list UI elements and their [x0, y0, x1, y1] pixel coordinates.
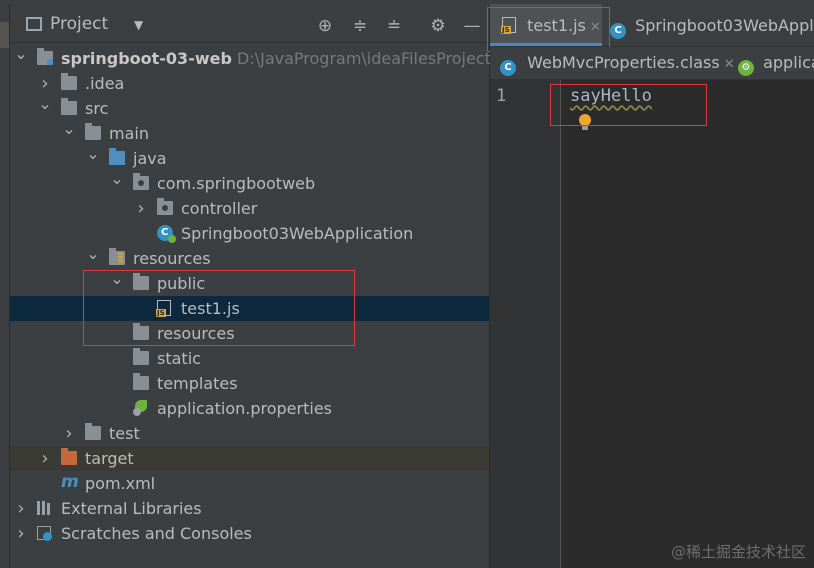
chevron-down-icon[interactable]: ⌄ — [62, 116, 76, 141]
class-icon: C — [500, 60, 516, 76]
project-window-icon — [26, 17, 42, 31]
tree-item[interactable]: ⌄ src — [10, 94, 489, 121]
chevron-right-icon[interactable]: › — [14, 521, 28, 546]
watermark: @稀土掘金技术社区 — [670, 543, 806, 561]
tree-item-label: main — [109, 124, 149, 143]
tree-item[interactable]: ⌄ springboot-03-web D:\JavaProgram\ideaFil… — [10, 44, 504, 71]
tree-item[interactable]: › target — [10, 446, 489, 471]
folder-icon — [133, 373, 149, 390]
chevron-right-icon[interactable]: › — [14, 496, 28, 521]
tree-item-label: .idea — [85, 74, 125, 93]
chevron-down-icon[interactable]: ⌄ — [86, 141, 100, 166]
scratches-icon — [37, 526, 53, 541]
excluded-folder-icon — [61, 448, 77, 465]
tab-webmvcproperties[interactable]: C WebMvcProperties.class ✕ — [490, 47, 735, 79]
line-number: 1 — [496, 86, 507, 106]
spring-properties-icon: ⚙ — [738, 60, 754, 76]
tree-item-label: templates — [157, 374, 238, 393]
annotation-box-code — [550, 84, 707, 126]
tree-item[interactable]: › test — [10, 421, 489, 446]
spring-class-icon: C — [610, 23, 626, 39]
crosshair-icon[interactable]: ⊕ — [315, 16, 335, 36]
chevron-down-icon[interactable]: ⌄ — [86, 241, 100, 266]
project-panel-header: Project ▼ ⊕ ≑ ≐ ⚙ — — [10, 4, 489, 43]
tree-item[interactable]: ⌄ com.springbootweb — [10, 169, 489, 196]
tab-label: Springboot03WebApplic — [635, 16, 814, 35]
chevron-right-icon[interactable]: › — [38, 446, 52, 471]
tree-item-label: pom.xml — [85, 474, 156, 493]
folder-icon — [133, 348, 149, 365]
resources-folder-icon — [109, 248, 125, 265]
tree-item[interactable]: › controller — [10, 196, 489, 221]
gear-icon[interactable]: ⚙ — [428, 16, 448, 36]
tree-item[interactable]: application.properties — [10, 396, 489, 421]
tree-item-label: com.springbootweb — [157, 174, 316, 193]
tree-item[interactable]: › .idea — [10, 71, 489, 96]
annotation-box-public-folder — [83, 270, 355, 346]
chevron-right-icon[interactable]: › — [134, 196, 148, 221]
folder-icon — [85, 123, 101, 140]
spring-class-icon: C — [157, 225, 176, 243]
tab-label: applica — [763, 53, 814, 72]
tree-item[interactable]: templates — [10, 371, 489, 396]
tab-label: WebMvcProperties.class — [527, 53, 720, 72]
tree-item-label: Springboot03WebApplication — [181, 224, 414, 243]
module-folder-icon — [37, 48, 53, 65]
maven-icon: m — [61, 472, 79, 492]
tree-item[interactable]: m pom.xml — [10, 471, 489, 496]
chevron-down-icon[interactable]: ⌄ — [110, 166, 124, 191]
tree-item[interactable]: static — [10, 346, 489, 371]
tree-item-label: java — [133, 149, 167, 168]
left-tool-stripe[interactable] — [0, 4, 10, 568]
code-editor[interactable]: 1 sayHello — [490, 80, 814, 568]
folder-icon — [85, 423, 101, 440]
project-panel-title: Project — [50, 14, 109, 34]
tree-item-label: External Libraries — [61, 499, 202, 518]
tree-item[interactable]: › Scratches and Consoles — [10, 521, 489, 546]
tree-item[interactable]: › External Libraries — [10, 496, 489, 521]
chevron-down-icon[interactable]: ⌄ — [38, 91, 52, 116]
project-view-selector[interactable]: Project ▼ — [26, 14, 143, 34]
hide-icon[interactable]: — — [462, 16, 482, 36]
editor-gutter: 1 — [490, 80, 561, 568]
tree-item-label: static — [157, 349, 201, 368]
annotation-box-tab — [487, 7, 610, 52]
project-tool-window-tab[interactable] — [0, 22, 9, 48]
tree-item[interactable]: ⌄ java — [10, 144, 489, 171]
tree-item-label: target — [85, 449, 134, 468]
chevron-down-icon[interactable]: ▼ — [134, 18, 143, 32]
tree-item-label: resources — [133, 249, 211, 268]
editor-tabs-row-2: C WebMvcProperties.class✕ ⚙ applica — [490, 47, 814, 80]
folder-icon — [61, 98, 77, 115]
libraries-icon — [37, 501, 53, 515]
collapse-all-icon[interactable]: ≐ — [384, 16, 404, 36]
expand-all-icon[interactable]: ≑ — [350, 16, 370, 36]
chevron-down-icon[interactable]: ⌄ — [14, 41, 28, 66]
tab-springboot03webapplication[interactable]: C Springboot03WebApplic — [602, 4, 814, 46]
tree-item[interactable]: ⌄ main — [10, 119, 489, 146]
tree-item-label: springboot-03-web — [61, 49, 232, 68]
tree-item-label: test — [109, 424, 140, 443]
tree-item-label: controller — [181, 199, 258, 218]
tree-item-label: Scratches and Consoles — [61, 524, 252, 543]
folder-icon — [61, 73, 77, 90]
tab-application-properties[interactable]: ⚙ applica — [730, 47, 814, 79]
tree-item[interactable]: ⌄ resources — [10, 244, 489, 271]
module-path: D:\JavaProgram\ideaFilesProject\s — [237, 49, 505, 68]
tree-item-label: src — [85, 99, 109, 118]
package-icon — [157, 198, 173, 215]
tree-item-label: application.properties — [157, 399, 332, 418]
spring-properties-icon — [133, 400, 149, 416]
chevron-right-icon[interactable]: › — [62, 421, 76, 446]
package-icon — [133, 173, 149, 190]
source-folder-icon — [109, 148, 125, 165]
tree-item[interactable]: C Springboot03WebApplication — [10, 221, 489, 246]
